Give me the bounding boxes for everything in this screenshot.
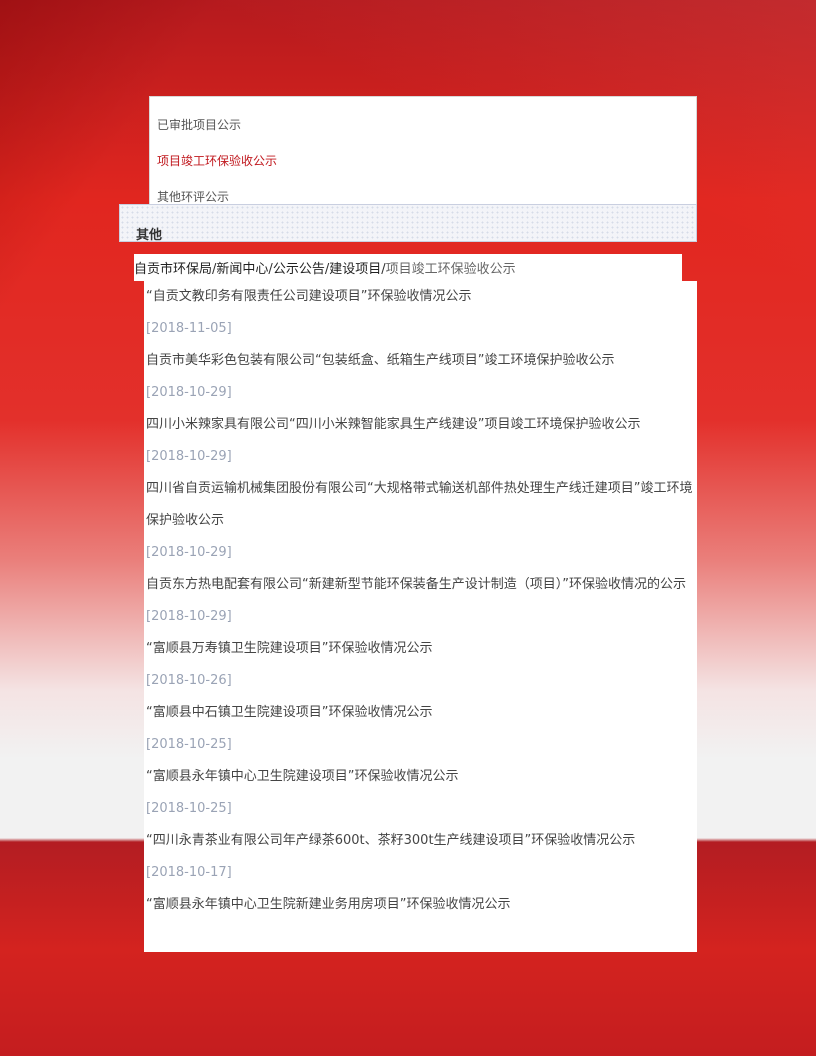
news-title-link[interactable]: “富顺县万寿镇卫生院建设项目”环保验收情况公示 <box>144 633 697 665</box>
news-date: [2018-10-25] <box>146 801 232 816</box>
side-menu: 已审批项目公示 项目竣工环保验收公示 其他环评公示 <box>149 96 697 206</box>
list-item: “富顺县永年镇中心卫生院建设项目”环保验收情况公示 [2018-10-25] <box>144 761 697 825</box>
category-bar: 其他 <box>119 204 697 243</box>
news-list: “自贡文教印务有限责任公司建设项目”环保验收情况公示 [2018-11-05] … <box>144 281 697 921</box>
menu-item-other-eia[interactable]: 其他环评公示 <box>157 188 229 205</box>
news-title-link[interactable]: “富顺县永年镇中心卫生院新建业务用房项目”环保验收情况公示 <box>144 889 697 921</box>
news-title-link[interactable]: 自贡东方热电配套有限公司“新建新型节能环保装备生产设计制造（项目）”环保验收情况… <box>144 569 697 601</box>
list-item: “富顺县中石镇卫生院建设项目”环保验收情况公示 [2018-10-25] <box>144 697 697 761</box>
news-date: [2018-10-29] <box>146 385 232 400</box>
list-item: 四川小米辣家具有限公司“四川小米辣智能家具生产线建设”项目竣工环境保护验收公示 … <box>144 409 697 473</box>
list-item: “自贡文教印务有限责任公司建设项目”环保验收情况公示 [2018-11-05] <box>144 281 697 345</box>
breadcrumb-construction-projects[interactable]: 建设项目 <box>329 262 381 277</box>
news-date: [2018-10-17] <box>146 865 232 880</box>
news-date: [2018-10-29] <box>146 609 232 624</box>
list-item: “富顺县万寿镇卫生院建设项目”环保验收情况公示 [2018-10-26] <box>144 633 697 697</box>
news-list-panel: “自贡文教印务有限责任公司建设项目”环保验收情况公示 [2018-11-05] … <box>144 281 697 952</box>
breadcrumb: 自贡市环保局/新闻中心/公示公告/建设项目/项目竣工环保验收公示 <box>134 254 682 281</box>
list-item: 自贡东方热电配套有限公司“新建新型节能环保装备生产设计制造（项目）”环保验收情况… <box>144 569 697 633</box>
news-title-link[interactable]: 四川省自贡运输机械集团股份有限公司“大规格带式输送机部件热处理生产线迁建项目”竣… <box>144 473 697 537</box>
news-title-link[interactable]: “富顺县永年镇中心卫生院建设项目”环保验收情况公示 <box>144 761 697 793</box>
list-item: 四川省自贡运输机械集团股份有限公司“大规格带式输送机部件热处理生产线迁建项目”竣… <box>144 473 697 569</box>
news-title-link[interactable]: “富顺县中石镇卫生院建设项目”环保验收情况公示 <box>144 697 697 729</box>
menu-item-completion-acceptance[interactable]: 项目竣工环保验收公示 <box>157 152 277 169</box>
list-item: “四川永青茶业有限公司年产绿茶600t、茶籽300t生产线建设项目”环保验收情况… <box>144 825 697 889</box>
news-title-link[interactable]: “自贡文教印务有限责任公司建设项目”环保验收情况公示 <box>144 281 697 313</box>
news-title-link[interactable]: 四川小米辣家具有限公司“四川小米辣智能家具生产线建设”项目竣工环境保护验收公示 <box>144 409 697 441</box>
news-date: [2018-10-29] <box>146 545 232 560</box>
breadcrumb-news-center[interactable]: 新闻中心 <box>216 262 268 277</box>
list-item: 自贡市美华彩色包装有限公司“包装纸盒、纸箱生产线项目”竣工环境保护验收公示 [2… <box>144 345 697 409</box>
breadcrumb-announcements[interactable]: 公示公告 <box>273 262 325 277</box>
menu-item-approved-projects[interactable]: 已审批项目公示 <box>157 116 241 133</box>
news-title-link[interactable]: “四川永青茶业有限公司年产绿茶600t、茶籽300t生产线建设项目”环保验收情况… <box>144 825 697 857</box>
category-title: 其他 <box>136 228 163 243</box>
news-date: [2018-10-26] <box>146 673 232 688</box>
breadcrumb-home[interactable]: 自贡市环保局 <box>134 262 212 277</box>
list-item: “富顺县永年镇中心卫生院新建业务用房项目”环保验收情况公示 <box>144 889 697 921</box>
news-title-link[interactable]: 自贡市美华彩色包装有限公司“包装纸盒、纸箱生产线项目”竣工环境保护验收公示 <box>144 345 697 377</box>
news-date: [2018-11-05] <box>146 321 232 336</box>
news-date: [2018-10-25] <box>146 737 232 752</box>
breadcrumb-current: 项目竣工环保验收公示 <box>385 262 516 277</box>
news-date: [2018-10-29] <box>146 449 232 464</box>
